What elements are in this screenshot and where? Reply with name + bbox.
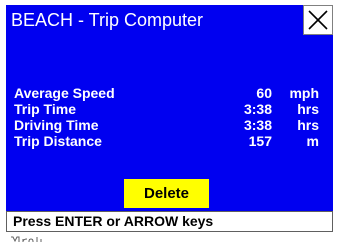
stat-value: 60 [256, 85, 272, 101]
stat-unit: hrs [297, 117, 319, 133]
stat-unit: mph [289, 85, 319, 101]
stat-label: Trip Time [14, 101, 76, 117]
close-button[interactable] [303, 5, 333, 35]
stat-unit: m [306, 133, 319, 149]
stat-row-average-speed: Average Speed 60 mph [14, 85, 327, 101]
trip-stats-panel: Average Speed 60 mph Trip Time 3:38 hrs … [6, 35, 333, 211]
trip-computer-screen: BEACH - Trip Computer Average Speed 60 m… [0, 0, 337, 242]
stat-value: 3:38 [243, 101, 272, 117]
stat-row-trip-distance: Trip Distance 157 m [14, 133, 327, 149]
stat-label: Driving Time [14, 117, 99, 133]
stat-label: Trip Distance [14, 133, 102, 149]
delete-button[interactable]: Delete [124, 179, 209, 208]
window-title: BEACH - Trip Computer [6, 5, 303, 35]
status-message: Press ENTER or ARROW keys [6, 211, 333, 232]
stat-value: 157 [248, 133, 272, 149]
cut-off-text-fragment [8, 232, 68, 242]
trip-stats-list: Average Speed 60 mph Trip Time 3:38 hrs … [14, 85, 327, 149]
stat-label: Average Speed [14, 85, 115, 101]
stat-value: 3:38 [243, 117, 272, 133]
stat-row-trip-time: Trip Time 3:38 hrs [14, 101, 327, 117]
close-icon [308, 10, 328, 30]
partial-glyph-icon [11, 236, 42, 242]
stat-unit: hrs [297, 101, 319, 117]
stat-row-driving-time: Driving Time 3:38 hrs [14, 117, 327, 133]
